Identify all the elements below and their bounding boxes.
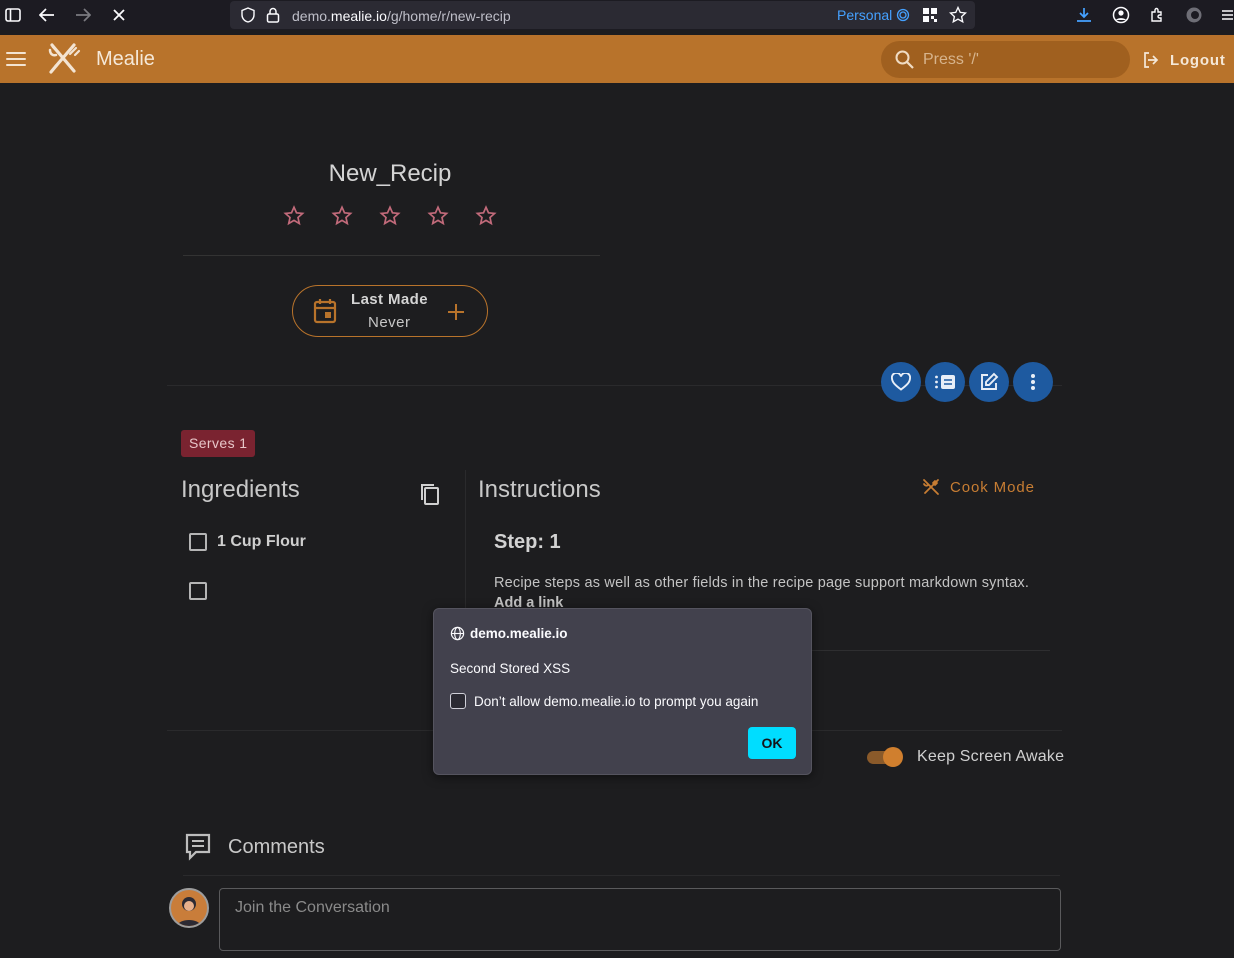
add-to-list-button[interactable] (925, 362, 965, 402)
comments-heading: Comments (228, 835, 325, 858)
ingredient-row[interactable] (189, 580, 217, 602)
toggle-switch[interactable] (865, 745, 905, 769)
ingredient-checkbox[interactable] (189, 582, 207, 600)
dialog-origin-text: demo.mealie.io (470, 626, 568, 641)
serves-chip[interactable]: Serves 1 (181, 430, 256, 457)
star-icon[interactable] (474, 204, 498, 228)
qr-code-icon[interactable] (920, 5, 940, 25)
stop-loading-icon[interactable] (109, 5, 129, 25)
favorite-button[interactable] (881, 362, 921, 402)
app-title[interactable]: Mealie (96, 48, 155, 71)
ok-button[interactable]: OK (748, 727, 796, 759)
avatar (169, 888, 209, 928)
url-text: demo.mealie.io/g/home/r/new-recip (292, 8, 511, 24)
browser-toolbar: demo.mealie.io/g/home/r/new-recip Person… (0, 0, 1234, 30)
menu-icon[interactable] (6, 49, 26, 69)
ingredient-checkbox[interactable] (189, 533, 207, 551)
star-icon[interactable] (426, 204, 450, 228)
ingredient-text: 1 Cup Flour (217, 533, 306, 550)
comments-header: Comments (184, 832, 325, 862)
privacy-extension-icon[interactable] (1184, 5, 1204, 25)
back-icon[interactable] (37, 5, 57, 25)
step-title: Step: 1 (494, 531, 561, 553)
alert-dialog: demo.mealie.io Second Stored XSS Don’t a… (433, 608, 812, 775)
ingredient-row[interactable]: 1 Cup Flour (189, 531, 306, 553)
list-icon (935, 375, 955, 389)
shield-icon[interactable] (238, 5, 258, 25)
logout-button[interactable]: Logout (1142, 50, 1226, 70)
star-icon[interactable] (378, 204, 402, 228)
ingredients-heading: Ingredients (181, 476, 300, 503)
search-field[interactable] (881, 41, 1130, 78)
keep-awake-toggle[interactable]: Keep Screen Awake (865, 745, 1064, 769)
sidebar-toggle-icon[interactable] (3, 5, 23, 25)
step-text: Recipe steps as well as other fields in … (494, 575, 1030, 591)
search-input[interactable] (923, 49, 1113, 71)
cook-mode-label: Cook Mode (950, 478, 1035, 496)
last-made-label: Last Made (351, 291, 428, 308)
last-made-button[interactable]: Last Made Never (292, 285, 488, 337)
logout-icon (1144, 52, 1159, 68)
comment-input[interactable] (235, 899, 1035, 939)
star-icon[interactable] (330, 204, 354, 228)
mealie-logo-icon[interactable] (46, 42, 82, 76)
plus-icon[interactable] (447, 303, 465, 321)
edit-icon (981, 372, 999, 390)
forward-icon[interactable] (73, 5, 93, 25)
search-icon (895, 50, 914, 69)
more-options-button[interactable] (1013, 362, 1053, 402)
rating-stars[interactable] (282, 204, 498, 228)
dialog-origin: demo.mealie.io (450, 626, 568, 641)
comment-input-box[interactable] (219, 888, 1061, 951)
cook-mode-button[interactable]: Cook Mode (922, 478, 1035, 496)
edit-button[interactable] (969, 362, 1009, 402)
more-vertical-icon (1031, 374, 1035, 390)
downloads-icon[interactable] (1074, 5, 1094, 25)
fingerprint-icon[interactable] (893, 5, 913, 25)
app-bar: Mealie Logout (0, 35, 1234, 83)
dialog-suppress-label: Don’t allow demo.mealie.io to prompt you… (474, 693, 759, 709)
dialog-message: Second Stored XSS (450, 661, 571, 676)
recipe-title: New_Recip (328, 160, 452, 187)
account-icon[interactable] (1111, 5, 1131, 25)
bookmark-star-icon[interactable] (948, 5, 968, 25)
url-bar[interactable]: demo.mealie.io/g/home/r/new-recip Person… (230, 1, 975, 29)
logout-label: Logout (1170, 51, 1226, 69)
app-menu-icon[interactable] (1220, 5, 1234, 25)
heart-icon (891, 373, 911, 391)
last-made-value: Never (368, 314, 411, 331)
utensils-icon (923, 479, 939, 495)
comments-icon (185, 833, 211, 861)
calendar-icon (313, 299, 337, 324)
dialog-suppress-option[interactable]: Don’t allow demo.mealie.io to prompt you… (450, 693, 758, 709)
divider (183, 255, 600, 256)
extensions-icon[interactable] (1147, 5, 1167, 25)
globe-icon (450, 626, 465, 641)
dialog-suppress-checkbox[interactable] (450, 693, 466, 709)
keep-awake-label: Keep Screen Awake (917, 748, 1065, 765)
divider (183, 875, 1060, 876)
lock-icon[interactable] (263, 5, 283, 25)
star-icon[interactable] (282, 204, 306, 228)
copy-icon[interactable] (418, 482, 442, 506)
container-label[interactable]: Personal (837, 7, 892, 23)
instructions-heading: Instructions (478, 476, 601, 503)
